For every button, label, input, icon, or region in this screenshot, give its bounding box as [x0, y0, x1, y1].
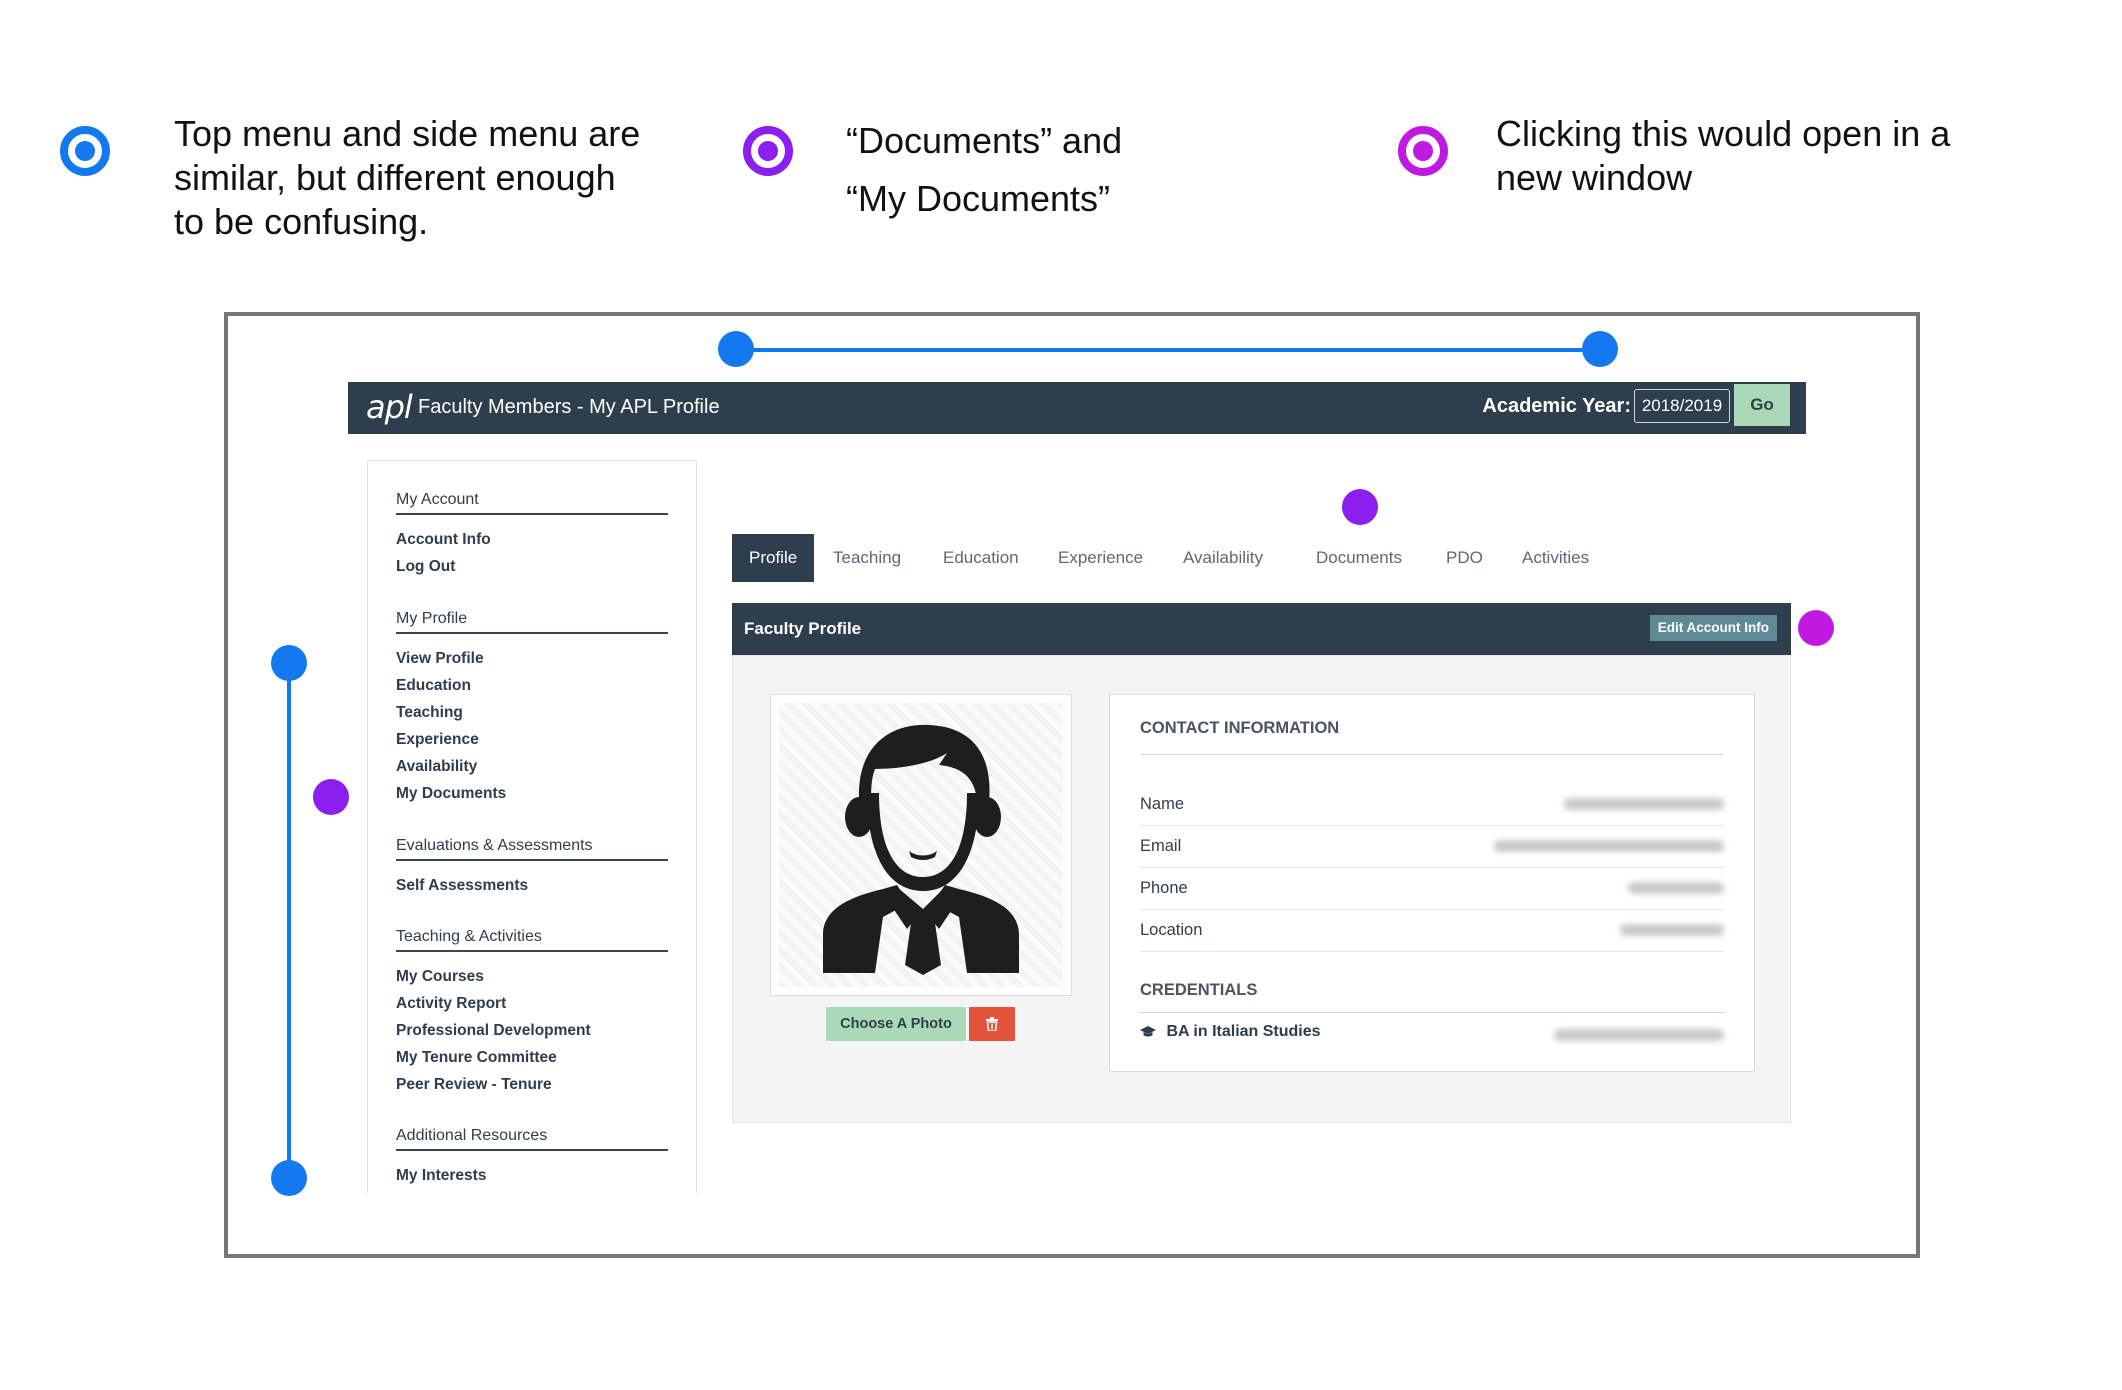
go-button[interactable]: Go	[1734, 384, 1790, 426]
legend-text-menus: Top menu and side menu are similar, but …	[174, 113, 641, 242]
contact-row-name: Name	[1140, 783, 1724, 826]
sidebar-item-log-out[interactable]: Log Out	[396, 558, 455, 576]
tab-availability[interactable]: Availability	[1166, 534, 1280, 582]
tab-pdo[interactable]: PDO	[1429, 534, 1500, 582]
sidebar-section-my-profile: My Profile	[396, 610, 668, 634]
contact-row-location: Location	[1140, 909, 1724, 952]
sidebar-item-self-assessments[interactable]: Self Assessments	[396, 877, 528, 895]
annotation-dot-top-left	[718, 331, 754, 367]
apl-logo[interactable]: apl	[366, 388, 413, 426]
profile-panel-title: Faculty Profile	[744, 619, 862, 638]
credentials-heading: CREDENTIALS	[1140, 981, 1724, 1013]
sidebar-item-teaching[interactable]: Teaching	[396, 704, 463, 722]
trash-icon	[986, 1017, 998, 1032]
redacted-institution	[1554, 1029, 1724, 1041]
sidebar-section-teaching-activities: Teaching & Activities	[396, 928, 668, 952]
sidebar-item-activity-report[interactable]: Activity Report	[396, 995, 506, 1013]
annotation-dot-documents-tab	[1342, 489, 1378, 525]
legend-marker-purple	[743, 126, 793, 176]
redacted-value	[1564, 798, 1724, 810]
contact-label-email: Email	[1140, 837, 1182, 855]
graduation-cap-icon	[1140, 1025, 1156, 1037]
tab-activities[interactable]: Activities	[1505, 534, 1606, 582]
sidebar-item-availability[interactable]: Availability	[396, 758, 477, 776]
app-title: Faculty Members - My APL Profile	[418, 396, 720, 418]
sidebar-section-evaluations: Evaluations & Assessments	[396, 837, 668, 861]
sidebar-item-peer-review-tenure[interactable]: Peer Review - Tenure	[396, 1076, 552, 1094]
legend-marker-blue	[60, 126, 110, 176]
legend-marker-magenta	[1398, 126, 1448, 176]
tab-profile[interactable]: Profile	[732, 534, 815, 582]
contact-information-card: CONTACT INFORMATION Name Email Phone Loc…	[1109, 694, 1755, 1072]
tab-education[interactable]: Education	[926, 534, 1036, 582]
sidebar: My Account Account Info Log Out My Profi…	[367, 460, 697, 1194]
redacted-value	[1620, 924, 1724, 936]
avatar	[770, 694, 1072, 996]
academic-year-select[interactable]: 2018/2019	[1634, 389, 1730, 423]
academic-year-label: Academic Year:	[1482, 395, 1631, 417]
sidebar-section-additional-resources: Additional Resources	[396, 1127, 668, 1151]
sidebar-item-account-info[interactable]: Account Info	[396, 531, 491, 549]
credential-label: BA in Italian Studies	[1166, 1023, 1321, 1040]
annotation-line-top-menu	[736, 348, 1600, 352]
top-navbar: apl Faculty Members - My APL Profile Aca…	[348, 382, 1806, 434]
legend-text-new-window: Clicking this would open in a new window	[1496, 113, 1951, 198]
choose-photo-button[interactable]: Choose A Photo	[826, 1007, 966, 1041]
tab-teaching[interactable]: Teaching	[816, 534, 918, 582]
user-avatar-icon	[823, 724, 1019, 975]
annotation-line-side-menu	[287, 663, 291, 1178]
annotation-dot-edit-account	[1798, 610, 1834, 646]
contact-label-location: Location	[1140, 921, 1203, 939]
annotation-dot-side-bottom	[271, 1160, 307, 1196]
sidebar-item-view-profile[interactable]: View Profile	[396, 650, 484, 668]
redacted-value	[1494, 840, 1724, 852]
sidebar-item-professional-development[interactable]: Professional Development	[396, 1022, 591, 1040]
delete-photo-button[interactable]	[969, 1007, 1015, 1041]
contact-information-heading: CONTACT INFORMATION	[1140, 719, 1724, 755]
sidebar-item-my-courses[interactable]: My Courses	[396, 968, 484, 986]
sidebar-item-my-tenure-committee[interactable]: My Tenure Committee	[396, 1049, 557, 1067]
profile-panel-header: Faculty Profile Edit Account Info	[732, 603, 1791, 655]
contact-row-phone: Phone	[1140, 867, 1724, 910]
redacted-value	[1628, 882, 1724, 894]
contact-label-name: Name	[1140, 795, 1185, 813]
tab-experience[interactable]: Experience	[1041, 534, 1160, 582]
sidebar-item-my-documents[interactable]: My Documents	[396, 785, 506, 803]
avatar-background	[779, 703, 1063, 987]
tab-documents[interactable]: Documents	[1299, 534, 1419, 582]
credential-item: BA in Italian Studies	[1140, 1023, 1321, 1041]
sidebar-item-education[interactable]: Education	[396, 677, 471, 695]
edit-account-info-button[interactable]: Edit Account Info	[1649, 615, 1777, 641]
annotation-dot-top-right	[1582, 331, 1618, 367]
sidebar-item-my-interests[interactable]: My Interests	[396, 1167, 486, 1185]
contact-label-phone: Phone	[1140, 879, 1188, 897]
annotation-dot-my-documents	[313, 779, 349, 815]
sidebar-item-experience[interactable]: Experience	[396, 731, 479, 749]
legend-text-documents: “Documents” and “My Documents”	[846, 120, 1123, 219]
annotation-dot-side-top	[271, 645, 307, 681]
sidebar-section-my-account: My Account	[396, 491, 668, 515]
contact-row-email: Email	[1140, 825, 1724, 868]
